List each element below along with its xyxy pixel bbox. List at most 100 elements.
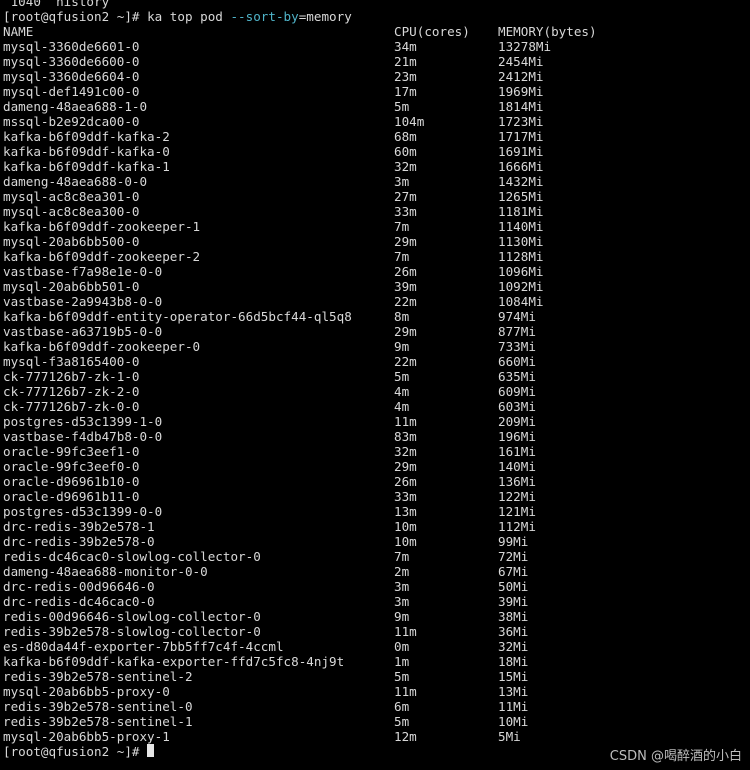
table-row: kafka-b6f09ddf-zookeeper-0 9m 733Mi	[3, 339, 748, 354]
pod-cpu: 7m	[394, 549, 410, 564]
table-row: ck-777126b7-zk-2-0 4m 609Mi	[3, 384, 748, 399]
pod-cpu: 12m	[394, 729, 417, 744]
pod-cpu: 33m	[394, 489, 417, 504]
pod-memory: 50Mi	[498, 579, 529, 594]
pod-memory: 15Mi	[498, 669, 529, 684]
pod-memory: 1140Mi	[498, 219, 544, 234]
pod-name: oracle-99fc3eef1-0	[3, 444, 140, 459]
table-row: dameng-48aea688-0-0 3m 1432Mi	[3, 174, 748, 189]
pod-name: oracle-d96961b10-0	[3, 474, 140, 489]
command-text: ka top pod	[147, 9, 231, 24]
pod-name: vastbase-2a9943b8-0-0	[3, 294, 163, 309]
pod-memory: 67Mi	[498, 564, 529, 579]
pod-memory: 13278Mi	[498, 39, 552, 54]
table-row: mssql-b2e92dca00-0 104m 1723Mi	[3, 114, 748, 129]
pod-memory: 1092Mi	[498, 279, 544, 294]
pod-memory: 1084Mi	[498, 294, 544, 309]
pod-memory: 38Mi	[498, 609, 529, 624]
pod-name: mysql-3360de6600-0	[3, 54, 140, 69]
pod-memory: 121Mi	[498, 504, 536, 519]
pod-name: kafka-b6f09ddf-kafka-2	[3, 129, 170, 144]
pod-name: dameng-48aea688-1-0	[3, 99, 148, 114]
pod-cpu: 11m	[394, 414, 417, 429]
pod-name: kafka-b6f09ddf-entity-operator-66d5bcf44…	[3, 309, 352, 324]
pod-name: drc-redis-00d96646-0	[3, 579, 155, 594]
table-row: vastbase-f7a98e1e-0-0 26m 1096Mi	[3, 264, 748, 279]
table-row: redis-39b2e578-sentinel-2 5m 15Mi	[3, 669, 748, 684]
table-row: redis-39b2e578-sentinel-1 5m 10Mi	[3, 714, 748, 729]
pod-memory: 1666Mi	[498, 159, 544, 174]
pod-name: mysql-20ab6bb501-0	[3, 279, 140, 294]
pod-name: mysql-3360de6601-0	[3, 39, 140, 54]
table-row: postgres-d53c1399-1-0 11m 209Mi	[3, 414, 748, 429]
pod-cpu: 3m	[394, 594, 410, 609]
pod-memory: 72Mi	[498, 549, 529, 564]
pod-name: postgres-d53c1399-0-0	[3, 504, 163, 519]
pod-cpu: 5m	[394, 369, 410, 384]
table-row: oracle-d96961b11-0 33m 122Mi	[3, 489, 748, 504]
pod-memory: 603Mi	[498, 399, 536, 414]
table-row: vastbase-2a9943b8-0-0 22m 1084Mi	[3, 294, 748, 309]
pod-memory: 36Mi	[498, 624, 529, 639]
header-cpu: CPU(cores)	[394, 24, 470, 39]
pod-name: kafka-b6f09ddf-kafka-1	[3, 159, 170, 174]
pod-cpu: 1m	[394, 654, 410, 669]
table-row: mysql-20ab6bb501-0 39m 1092Mi	[3, 279, 748, 294]
table-row: mysql-f3a8165400-0 22m 660Mi	[3, 354, 748, 369]
table-row: redis-39b2e578-slowlog-collector-0 11m 36M…	[3, 624, 748, 639]
pod-name: vastbase-f4db47b8-0-0	[3, 429, 163, 444]
pod-name: redis-00d96646-slowlog-collector-0	[3, 609, 261, 624]
pod-memory: 1128Mi	[498, 249, 544, 264]
pod-cpu: 2m	[394, 564, 410, 579]
pod-cpu: 32m	[394, 444, 417, 459]
text-cursor	[147, 744, 155, 757]
pod-memory: 122Mi	[498, 489, 536, 504]
pod-name: ck-777126b7-zk-2-0	[3, 384, 140, 399]
pod-name: redis-39b2e578-slowlog-collector-0	[3, 624, 261, 639]
pod-memory: 2412Mi	[498, 69, 544, 84]
pod-memory: 140Mi	[498, 459, 536, 474]
pod-name: mysql-def1491c00-0	[3, 84, 140, 99]
table-row: kafka-b6f09ddf-zookeeper-2 7m 1128Mi	[3, 249, 748, 264]
table-row: mysql-20ab6bb5-proxy-0 11m 13Mi	[3, 684, 748, 699]
pod-name: kafka-b6f09ddf-kafka-0	[3, 144, 170, 159]
pod-memory: 1969Mi	[498, 84, 544, 99]
table-row: mysql-def1491c00-0 17m 1969Mi	[3, 84, 748, 99]
pod-cpu: 33m	[394, 204, 417, 219]
pod-table-rows: mysql-3360de6601-0 34m 13278Mi mysql-3360de…	[3, 39, 748, 744]
pod-cpu: 7m	[394, 249, 410, 264]
pod-memory: 660Mi	[498, 354, 536, 369]
pod-memory: 10Mi	[498, 714, 529, 729]
table-row: vastbase-f4db47b8-0-0 83m 196Mi	[3, 429, 748, 444]
table-row: mysql-ac8c8ea301-0 27m 1265Mi	[3, 189, 748, 204]
pod-name: kafka-b6f09ddf-zookeeper-2	[3, 249, 201, 264]
pod-name: kafka-b6f09ddf-zookeeper-1	[3, 219, 201, 234]
history-line: 1040 history	[3, 0, 748, 9]
terminal-output[interactable]: 1040 history [root@qfusion2 ~]# ka top p…	[3, 0, 748, 759]
pod-cpu: 10m	[394, 519, 417, 534]
table-row: mysql-20ab6bb500-0 29m 1130Mi	[3, 234, 748, 249]
command-option-value: =memory	[298, 9, 352, 24]
table-row: drc-redis-39b2e578-0 10m 99Mi	[3, 534, 748, 549]
table-row: es-d80da44f-exporter-7bb5ff7c4f-4ccml 0m 3…	[3, 639, 748, 654]
table-row: redis-dc46cac0-slowlog-collector-0 7m 72Mi	[3, 549, 748, 564]
pod-name: kafka-b6f09ddf-kafka-exporter-ffd7c5fc8-…	[3, 654, 345, 669]
pod-memory: 1691Mi	[498, 144, 544, 159]
shell-prompt: [root@qfusion2 ~]#	[3, 9, 148, 24]
pod-name: dameng-48aea688-0-0	[3, 174, 148, 189]
pod-name: mysql-ac8c8ea300-0	[3, 204, 140, 219]
pod-name: redis-39b2e578-sentinel-0	[3, 699, 193, 714]
pod-cpu: 11m	[394, 684, 417, 699]
pod-memory: 1723Mi	[498, 114, 544, 129]
table-row: drc-redis-dc46cac0-0 3m 39Mi	[3, 594, 748, 609]
pod-cpu: 27m	[394, 189, 417, 204]
pod-name: oracle-99fc3eef0-0	[3, 459, 140, 474]
pod-memory: 11Mi	[498, 699, 529, 714]
pod-cpu: 32m	[394, 159, 417, 174]
pod-memory: 1814Mi	[498, 99, 544, 114]
table-row: oracle-d96961b10-0 26m 136Mi	[3, 474, 748, 489]
pod-cpu: 83m	[394, 429, 417, 444]
pod-cpu: 9m	[394, 609, 410, 624]
pod-name: redis-39b2e578-sentinel-1	[3, 714, 193, 729]
header-memory: MEMORY(bytes)	[498, 24, 597, 39]
